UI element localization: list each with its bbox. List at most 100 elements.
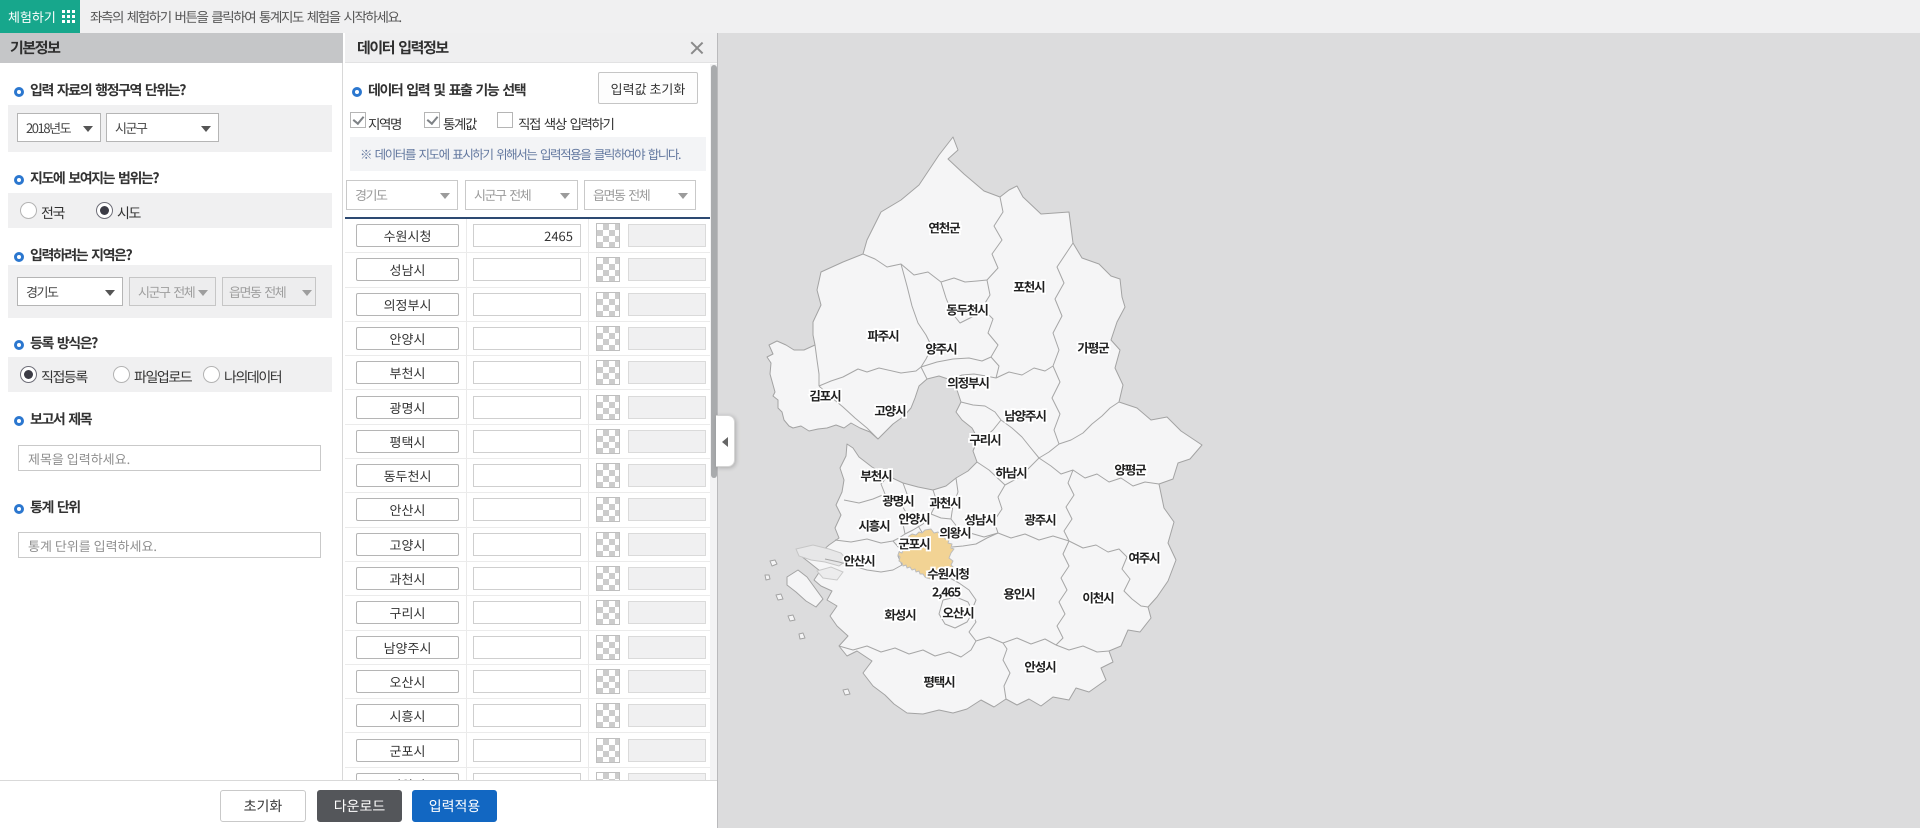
value-input[interactable] — [473, 567, 581, 590]
region-button[interactable]: 안산시 — [356, 498, 459, 522]
color-swatch[interactable] — [596, 360, 620, 386]
region-button[interactable]: 시흥시 — [356, 704, 459, 728]
radio-sido[interactable] — [96, 202, 113, 219]
radio-sido-label: 시도 — [117, 203, 141, 223]
value-input[interactable] — [473, 361, 581, 385]
color-swatch[interactable] — [596, 257, 620, 283]
color-swatch[interactable] — [596, 291, 620, 317]
region-button[interactable]: 의왕시 — [356, 772, 459, 780]
region-button[interactable]: 남양주시 — [356, 635, 459, 659]
map-label-23: 안산시 — [843, 551, 875, 570]
color-code-box-disabled — [628, 601, 706, 625]
value-input[interactable] — [473, 224, 581, 247]
color-swatch[interactable] — [596, 428, 620, 454]
region-button[interactable]: 구리시 — [356, 601, 459, 625]
value-input[interactable] — [473, 258, 581, 282]
report-title-input[interactable] — [18, 445, 321, 471]
value-input[interactable] — [473, 704, 581, 728]
basic-info-panel-title: 기본정보 — [0, 33, 343, 63]
bullet-icon — [14, 339, 24, 350]
island — [775, 593, 784, 601]
input-region-question: 입력하려는 지역은? — [14, 245, 133, 265]
checkbox-region-name-label: 지역명 — [368, 113, 402, 133]
color-swatch[interactable] — [596, 566, 620, 591]
value-input[interactable] — [473, 601, 581, 625]
sigungu-select[interactable]: 시군구 전체 — [129, 277, 216, 306]
color-code-box-disabled — [628, 464, 706, 488]
panel-collapse-tab[interactable] — [716, 415, 735, 467]
value-input[interactable] — [473, 464, 581, 488]
download-button[interactable]: 다운로드 — [317, 790, 402, 822]
reset-values-button[interactable]: 입력값 초기화 — [598, 72, 698, 104]
map-area[interactable]: 연천군 포천시 동두천시 파주시 양주시 가평군 의정부시 김포시 고양시 남양… — [717, 33, 1920, 828]
color-code-box-disabled — [628, 292, 706, 316]
region-button[interactable]: 오산시 — [356, 669, 459, 693]
reset-button[interactable]: 초기화 — [220, 790, 306, 822]
region-button[interactable]: 수원시청 — [356, 224, 459, 247]
map-label-10: 구리시 — [969, 430, 1001, 449]
value-input[interactable] — [473, 635, 581, 659]
color-swatch[interactable] — [596, 634, 620, 660]
emd-select[interactable]: 읍면동 전체 — [222, 277, 316, 306]
chevron-down-icon — [440, 193, 450, 199]
data-emd-select[interactable]: 읍면동 전체 — [584, 180, 696, 210]
year-select[interactable]: 2018년도 — [17, 113, 101, 142]
region-button[interactable]: 성남시 — [356, 258, 459, 282]
color-swatch[interactable] — [596, 600, 620, 626]
color-swatch[interactable] — [596, 463, 620, 489]
color-swatch[interactable] — [596, 703, 620, 729]
region-button[interactable]: 고양시 — [356, 532, 459, 556]
region-button[interactable]: 광명시 — [356, 395, 459, 419]
data-sigungu-select[interactable]: 시군구 전체 — [465, 180, 578, 210]
region-button[interactable]: 안양시 — [356, 326, 459, 350]
apply-button[interactable]: 입력적용 — [412, 790, 497, 822]
table-row: 성남시 — [345, 253, 710, 288]
value-input[interactable] — [473, 498, 581, 522]
color-swatch[interactable] — [596, 737, 620, 763]
value-input[interactable] — [473, 395, 581, 419]
checkbox-direct-color[interactable] — [497, 112, 513, 128]
color-swatch[interactable] — [596, 668, 620, 694]
admin-unit-question: 입력 자료의 행정구역 단위는? — [14, 80, 186, 100]
bullet-icon — [14, 86, 24, 97]
value-input[interactable] — [473, 326, 581, 350]
color-code-box-disabled — [628, 704, 706, 728]
color-swatch[interactable] — [596, 497, 620, 523]
experience-button[interactable]: 체험하기 — [0, 0, 80, 33]
radio-direct-register[interactable] — [20, 366, 37, 383]
color-swatch[interactable] — [596, 325, 620, 351]
data-sido-select[interactable]: 경기도 — [346, 180, 458, 210]
map-label-12: 하남시 — [995, 463, 1027, 482]
checkbox-stat-value-label: 통계값 — [443, 113, 477, 133]
map-label-2: 동두천시 — [946, 300, 988, 319]
region-button[interactable]: 동두천시 — [356, 464, 459, 488]
radio-file-upload[interactable] — [113, 366, 130, 383]
region-button[interactable]: 평택시 — [356, 429, 459, 453]
stat-unit-input[interactable] — [18, 532, 321, 558]
region-button[interactable]: 군포시 — [356, 738, 459, 762]
region-button[interactable]: 과천시 — [356, 567, 459, 590]
radio-file-upload-label: 파일업로드 — [134, 367, 193, 387]
color-swatch[interactable] — [596, 394, 620, 420]
sido-select[interactable]: 경기도 — [17, 277, 123, 306]
checkbox-region-name[interactable] — [350, 112, 366, 128]
radio-my-data[interactable] — [203, 366, 220, 383]
color-swatch[interactable] — [596, 771, 620, 780]
value-input[interactable] — [473, 772, 581, 780]
value-input[interactable] — [473, 669, 581, 693]
value-input[interactable] — [473, 429, 581, 453]
checkbox-stat-value[interactable] — [424, 112, 440, 128]
region-button[interactable]: 의정부시 — [356, 292, 459, 316]
close-icon[interactable] — [689, 40, 705, 56]
bullet-icon — [352, 86, 362, 97]
region-button[interactable]: 부천시 — [356, 361, 459, 385]
map-label-21: 군포시 — [898, 534, 930, 553]
radio-nationwide[interactable] — [20, 202, 37, 219]
value-input[interactable] — [473, 292, 581, 316]
color-swatch[interactable] — [596, 223, 620, 248]
table-row: 동두천시 — [345, 459, 710, 494]
color-swatch[interactable] — [596, 531, 620, 557]
value-input[interactable] — [473, 532, 581, 556]
admin-level-select[interactable]: 시군구 — [106, 113, 219, 142]
value-input[interactable] — [473, 738, 581, 762]
